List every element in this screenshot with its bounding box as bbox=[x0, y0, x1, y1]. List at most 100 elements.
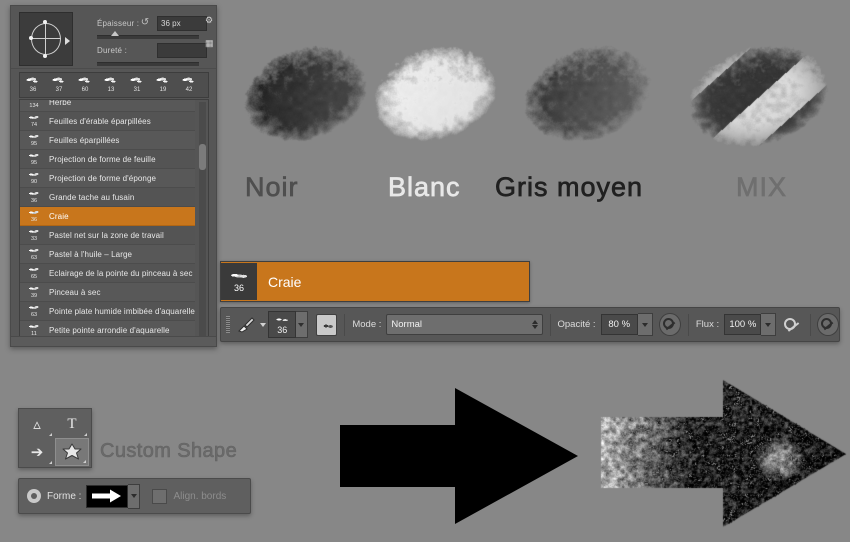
hardness-slider[interactable] bbox=[97, 62, 199, 66]
brush-item-tip-image bbox=[25, 170, 43, 179]
plain-black-arrow bbox=[335, 380, 585, 537]
airbrush-icon[interactable] bbox=[783, 314, 803, 335]
brush-item-tip-image bbox=[25, 227, 43, 236]
brush-list-item[interactable]: 74 Feuilles d'érable éparpillées bbox=[20, 112, 195, 131]
flow-value[interactable]: 100 % bbox=[724, 314, 762, 335]
selected-brush-banner[interactable]: 36 Craie bbox=[220, 261, 530, 302]
brush-preset-size: 42 bbox=[185, 87, 193, 93]
brush-preset-31[interactable]: 31 bbox=[124, 73, 150, 97]
brush-item-size: 65 bbox=[30, 274, 38, 280]
brush-preset-strip[interactable]: 36 37 60 13 31 19 42 bbox=[19, 72, 209, 98]
brush-tip-handle-top[interactable] bbox=[43, 20, 47, 24]
shape-preview-swatch[interactable] bbox=[86, 484, 129, 508]
brush-list-item[interactable]: 39 Pinceau à sec bbox=[20, 283, 195, 302]
pressure-opacity-icon[interactable] bbox=[659, 313, 681, 336]
hardness-label: Dureté : bbox=[97, 46, 128, 55]
gear-icon[interactable] bbox=[27, 489, 41, 503]
brush-preset-thumb bbox=[153, 74, 173, 87]
options-bar-grip[interactable] bbox=[226, 316, 230, 333]
brush-item-name: Pinceau à sec bbox=[49, 287, 101, 297]
brush-list-item[interactable]: 134 Herbe bbox=[20, 100, 195, 112]
brush-list-item[interactable]: 36 Craie bbox=[20, 207, 195, 226]
brush-panel-toggle-icon[interactable] bbox=[315, 313, 338, 336]
path-selection-tool[interactable]: ▵ bbox=[20, 410, 54, 438]
hardness-value[interactable] bbox=[157, 43, 207, 58]
swatch-label-gris-moyen: Gris moyen bbox=[495, 172, 644, 203]
move-tool[interactable]: ➔ bbox=[20, 438, 54, 466]
brush-preset-37[interactable]: 37 bbox=[46, 73, 72, 97]
mode-label: Mode : bbox=[352, 319, 382, 330]
brush-preset-42[interactable]: 42 bbox=[176, 73, 202, 97]
brush-options-bar[interactable]: 36 Mode : Normal Opacité : 80 % Flux : 1… bbox=[220, 307, 840, 342]
brush-item-thumbnail: 63 bbox=[23, 303, 45, 319]
type-tool[interactable]: T bbox=[55, 410, 89, 438]
brush-preset-60[interactable]: 60 bbox=[72, 73, 98, 97]
brush-preset-chevron-down-icon[interactable] bbox=[260, 322, 267, 327]
pressure-flow-icon[interactable] bbox=[817, 313, 839, 336]
brush-item-size: 95 bbox=[30, 160, 38, 166]
brush-list-scroll-thumb[interactable] bbox=[199, 144, 206, 170]
brush-tip-rotation-handle[interactable] bbox=[65, 37, 70, 45]
brush-list[interactable]: 134 Herbe 74 Feuilles d'érable éparpillées 9… bbox=[19, 99, 209, 339]
brush-tip-handle-bottom[interactable] bbox=[43, 54, 47, 58]
brush-item-tip-image bbox=[25, 113, 43, 122]
brush-list-item[interactable]: 95 Feuilles éparpillées bbox=[20, 131, 195, 150]
toolbox[interactable]: ▵ T ➔ bbox=[18, 408, 92, 468]
brush-preset-thumb bbox=[49, 74, 69, 87]
brush-item-tip-image bbox=[25, 189, 43, 198]
thickness-value[interactable]: 36 px bbox=[157, 16, 207, 31]
brush-item-size: 33 bbox=[30, 236, 38, 242]
brush-preset-19[interactable]: 19 bbox=[150, 73, 176, 97]
paintbrush-icon[interactable] bbox=[236, 314, 256, 336]
align-edges-checkbox[interactable] bbox=[152, 488, 168, 504]
brush-preset-thumb bbox=[127, 74, 147, 87]
brush-item-size: 36 bbox=[30, 217, 38, 223]
brush-item-thumbnail: 74 bbox=[23, 113, 45, 129]
brush-item-thumbnail: 36 bbox=[23, 189, 45, 205]
brush-preset-36[interactable]: 36 bbox=[20, 73, 46, 97]
brush-item-tip-image bbox=[25, 246, 43, 255]
thickness-slider-knob[interactable] bbox=[111, 31, 119, 36]
brush-size-value: 36 bbox=[277, 324, 288, 335]
brush-list-item[interactable]: 36 Grande tache au fusain bbox=[20, 188, 195, 207]
brush-preset-13[interactable]: 13 bbox=[98, 73, 124, 97]
opacity-dropdown[interactable] bbox=[637, 313, 653, 336]
brush-tip-handle-left[interactable] bbox=[29, 36, 33, 40]
brush-tip-preview[interactable] bbox=[19, 12, 73, 66]
brush-list-item[interactable]: 63 Pastel à l'huile – Large bbox=[20, 245, 195, 264]
brush-settings-panel[interactable]: Épaisseur : ↺ 36 px Dureté : ⚙ ▦ 36 37 60 1… bbox=[10, 5, 217, 347]
brush-tip-circle bbox=[31, 23, 61, 55]
divider bbox=[549, 313, 551, 336]
mode-spinner-icon[interactable] bbox=[531, 320, 538, 329]
custom-shape-tool[interactable] bbox=[55, 438, 89, 466]
divider bbox=[344, 313, 346, 336]
brush-list-item[interactable]: 90 Projection de forme d'éponge bbox=[20, 169, 195, 188]
brush-item-name: Feuilles d'érable éparpillées bbox=[49, 116, 151, 126]
opacity-value[interactable]: 80 % bbox=[600, 314, 638, 335]
brush-list-item[interactable]: 95 Projection de forme de feuille bbox=[20, 150, 195, 169]
revert-arrow-icon[interactable]: ↺ bbox=[139, 17, 151, 29]
shape-dropdown[interactable] bbox=[128, 483, 141, 509]
mode-select[interactable]: Normal bbox=[386, 314, 543, 335]
cursor-arrow-icon: ➔ bbox=[30, 443, 44, 461]
gear-icon[interactable]: ⚙ bbox=[205, 15, 213, 26]
brush-list-item[interactable]: 63 Pointe plate humide imbibée d'aquarell… bbox=[20, 302, 195, 321]
forme-label: Forme : bbox=[47, 490, 82, 502]
shape-options-bar[interactable]: Forme : Align. bords bbox=[18, 478, 251, 514]
brush-list-item[interactable]: 65 Eclairage de la pointe du pinceau à se… bbox=[20, 264, 195, 283]
opacity-label: Opacité : bbox=[557, 319, 596, 330]
brush-item-tip-image bbox=[25, 132, 43, 141]
brush-list-item[interactable]: 33 Pastel net sur la zone de travail bbox=[20, 226, 195, 245]
brush-size-dropdown[interactable] bbox=[296, 311, 308, 338]
brush-list-scrollbar[interactable] bbox=[199, 102, 206, 336]
tool-expand-corner-icon bbox=[84, 433, 87, 436]
brush-item-size: 63 bbox=[30, 255, 38, 261]
flow-dropdown[interactable] bbox=[761, 313, 777, 336]
brush-item-name: Eclairage de la pointe du pinceau à sec bbox=[49, 268, 193, 278]
brush-size-chip[interactable]: 36 bbox=[268, 311, 297, 338]
brush-preset-thumb bbox=[179, 74, 199, 87]
brush-preset-size: 19 bbox=[159, 87, 167, 93]
brush-item-thumbnail: 95 bbox=[23, 151, 45, 167]
custom-shape-caption: Custom Shape bbox=[100, 440, 238, 463]
panel-menu-icon[interactable]: ▦ bbox=[205, 38, 214, 49]
